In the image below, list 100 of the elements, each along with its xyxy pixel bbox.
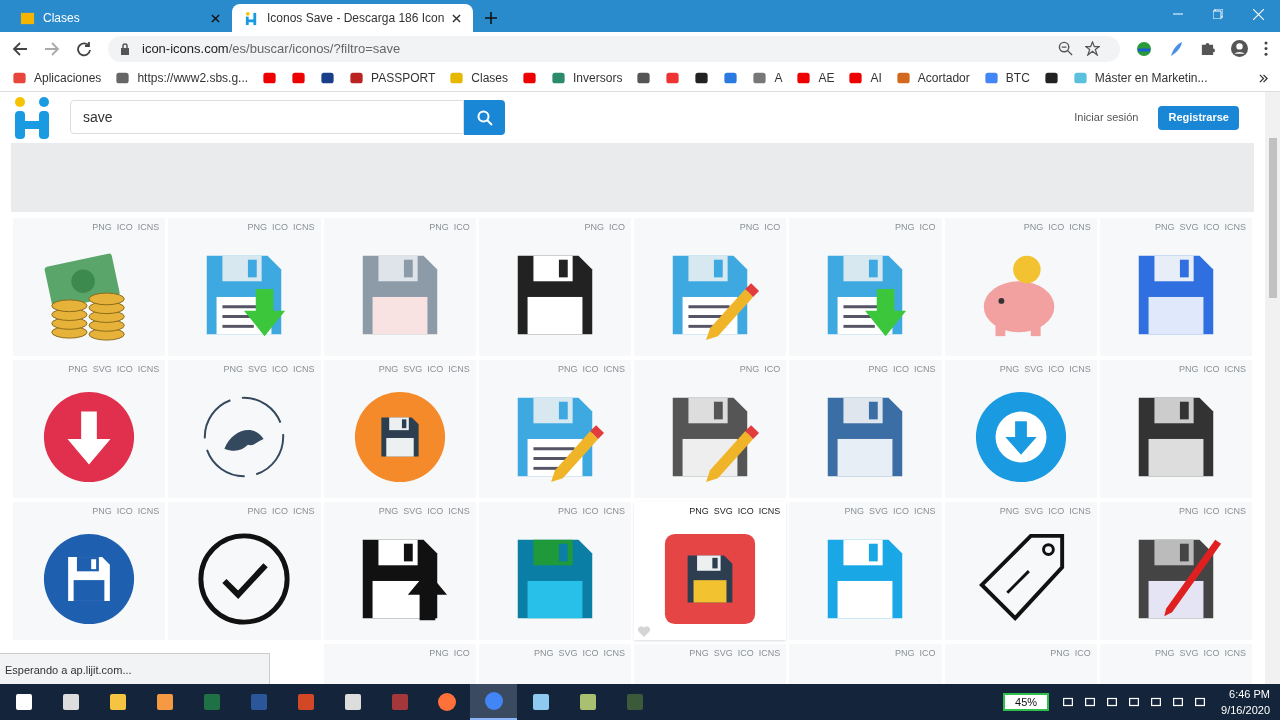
format-label: SVG xyxy=(868,505,888,518)
format-label: PNG xyxy=(378,505,399,518)
menu-icon[interactable] xyxy=(1264,41,1268,56)
icon-card[interactable]: PNG ICO ICNS xyxy=(478,360,631,498)
format-label: PNG xyxy=(1178,363,1199,376)
icon-card[interactable]: PNG ICO ICNS xyxy=(944,218,1097,356)
format-label: PNG xyxy=(247,221,267,234)
format-label: SVG xyxy=(403,505,423,518)
new-tab-icon[interactable] xyxy=(485,12,498,24)
bookmark[interactable]: Máster en Marketin... xyxy=(1072,69,1208,87)
icon-card[interactable]: PNG ICO xyxy=(478,218,631,356)
bookmark-icon xyxy=(449,71,465,85)
site-logo[interactable] xyxy=(14,96,50,139)
format-label: ICO xyxy=(427,505,444,518)
back-icon[interactable] xyxy=(12,40,28,57)
icon-card[interactable]: PNG ICO ICNS xyxy=(789,360,942,498)
app-icon xyxy=(624,692,645,712)
icon-card[interactable]: PNG ICO xyxy=(789,644,942,684)
icon-card[interactable]: PNG ICO xyxy=(634,360,787,498)
register-button[interactable]: Registrarse xyxy=(1158,105,1239,130)
search-field[interactable]: save xyxy=(70,100,464,134)
icon-card[interactable]: PNG SVG ICO ICNS xyxy=(323,502,476,640)
icon-card[interactable]: PNG SVG ICO ICNS xyxy=(168,360,321,498)
bookmark[interactable]: BTC xyxy=(983,69,1030,87)
format-label: ICO xyxy=(116,505,133,518)
bookmark-icon xyxy=(895,71,911,85)
feather-icon[interactable] xyxy=(1168,40,1184,57)
icon-card[interactable]: PNG ICO ICNS xyxy=(168,502,321,640)
search-button[interactable] xyxy=(464,100,505,135)
icon-card[interactable]: PNG SVG ICO ICNS xyxy=(478,644,631,684)
icon-card[interactable]: PNG ICO ICNS xyxy=(168,218,321,356)
icon-card[interactable]: PNG ICO xyxy=(323,218,476,356)
restore-icon[interactable] xyxy=(1213,9,1223,19)
bookmark-label: BTC xyxy=(1005,70,1030,87)
browser-tab[interactable]: Clases xyxy=(8,4,232,32)
icon-card[interactable]: PNG ICO xyxy=(944,644,1097,684)
bookmark[interactable]: Aplicaciones xyxy=(12,69,102,87)
icon-card[interactable]: PNG ICO ICNS xyxy=(1099,502,1252,640)
icon-card[interactable]: PNG ICO ICNS xyxy=(478,502,631,640)
clock-time: 6:46 PM xyxy=(1229,686,1270,702)
bookmark[interactable] xyxy=(694,71,710,85)
bookmark[interactable]: https://www2.sbs.g... xyxy=(115,69,249,87)
format-label: SVG xyxy=(1024,363,1044,376)
address-bar[interactable]: icon-icons.com/es/buscar/iconos/?filtro=save xyxy=(108,35,1120,62)
bookmark-label: Clases xyxy=(471,70,509,87)
scrollbar-thumb[interactable] xyxy=(1268,138,1277,298)
bookmark-icon xyxy=(551,71,567,85)
status-text: Esperando a ap.lijit.com... xyxy=(5,664,132,676)
icon-card[interactable]: PNG SVG ICO ICNS xyxy=(1099,218,1252,356)
format-label: ICNS xyxy=(137,221,160,234)
icon-card[interactable]: PNG SVG ICO ICNS xyxy=(1099,644,1252,684)
app-icon xyxy=(60,692,81,712)
format-label: SVG xyxy=(713,505,733,518)
app-icon xyxy=(248,692,269,712)
close-icon[interactable] xyxy=(452,13,462,23)
format-label: SVG xyxy=(1024,505,1044,518)
format-label: ICO xyxy=(1203,221,1220,234)
app-icon xyxy=(483,691,504,711)
bookmark[interactable] xyxy=(1043,71,1059,85)
globe-icon[interactable] xyxy=(1136,40,1152,57)
icon-card[interactable]: PNG ICO ICNS xyxy=(1099,360,1252,498)
close-icon[interactable] xyxy=(211,13,220,23)
format-label: ICO xyxy=(764,363,781,376)
bookmark[interactable]: Inversors xyxy=(551,69,623,87)
bookmark[interactable] xyxy=(320,71,336,85)
browser-tab[interactable]: Iconos Save - Descarga 186 Icon xyxy=(232,4,474,32)
icon-card[interactable]: PNG ICO ICNS xyxy=(13,502,166,640)
icon-card[interactable]: PNG SVG ICO ICNS xyxy=(944,502,1097,640)
bookmark-icon xyxy=(983,71,999,85)
reload-icon[interactable] xyxy=(76,40,92,57)
bookmark[interactable]: Clases xyxy=(449,69,509,87)
bookmark[interactable]: AE xyxy=(796,69,835,87)
icon-card[interactable]: PNG ICO xyxy=(634,218,787,356)
more-bookmarks-icon[interactable] xyxy=(1259,73,1268,83)
login-link[interactable]: Iniciar sesión xyxy=(1074,109,1139,126)
puzzle-icon[interactable] xyxy=(1200,41,1215,56)
profile-icon[interactable] xyxy=(1231,40,1248,57)
format-label: PNG xyxy=(1154,647,1175,659)
bookmark[interactable]: PASSPORT xyxy=(349,69,436,87)
format-label: ICNS xyxy=(914,505,936,518)
icon-card[interactable]: PNG SVG ICO ICNS xyxy=(634,502,787,640)
icon-card[interactable]: PNG ICO ICNS xyxy=(13,218,166,356)
icon-card[interactable]: PNG SVG ICO ICNS xyxy=(13,360,166,498)
icon-card[interactable]: PNG SVG ICO ICNS xyxy=(323,360,476,498)
format-label: ICO xyxy=(609,221,625,234)
bookmark-icon xyxy=(522,71,538,85)
star-icon[interactable] xyxy=(1085,41,1100,56)
bookmark[interactable]: A xyxy=(752,69,783,87)
icon-card[interactable]: PNG SVG ICO ICNS xyxy=(634,644,787,684)
icon-card[interactable]: PNG SVG ICO ICNS xyxy=(944,360,1097,498)
bookmark[interactable]: AI xyxy=(848,69,882,87)
format-label: ICO xyxy=(453,647,470,659)
bookmark[interactable]: Acortador xyxy=(895,69,970,87)
icon-card[interactable]: PNG SVG ICO ICNS xyxy=(789,502,942,640)
zoom-out-icon[interactable] xyxy=(1058,41,1073,56)
icon-card[interactable]: PNG ICO xyxy=(323,644,476,684)
format-label: ICNS xyxy=(1069,505,1091,518)
bookmark-label: A xyxy=(774,70,783,87)
bookmark[interactable] xyxy=(636,71,652,85)
icon-card[interactable]: PNG ICO xyxy=(789,218,942,356)
